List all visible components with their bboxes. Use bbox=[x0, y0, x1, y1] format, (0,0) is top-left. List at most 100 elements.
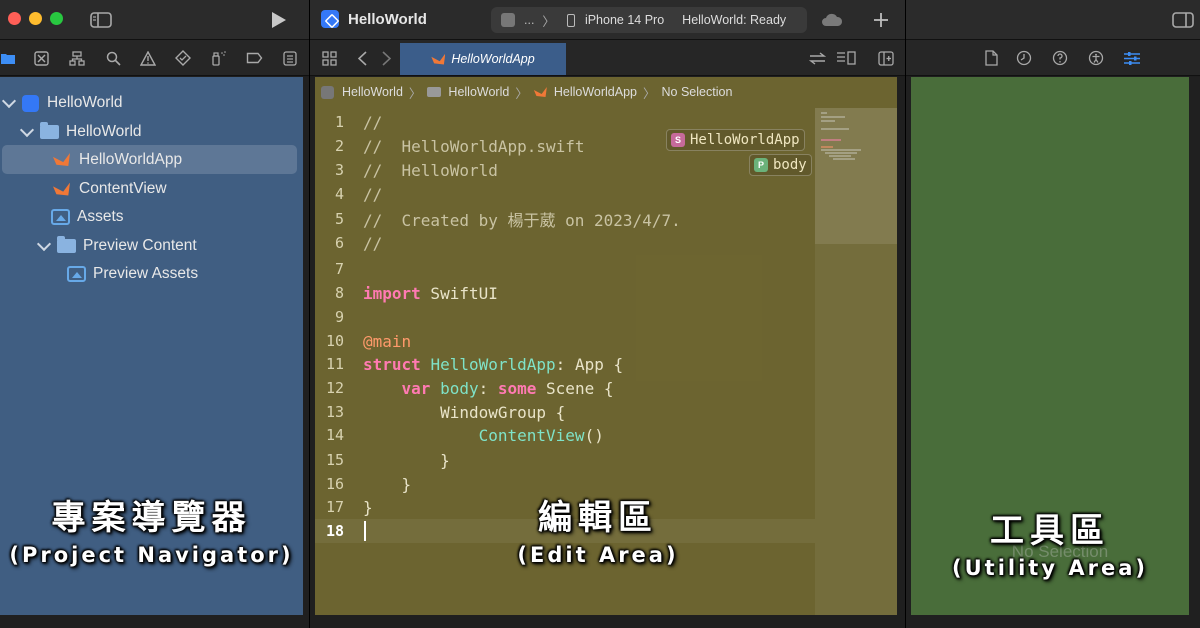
editor-caption-zh: 編輯區 bbox=[538, 498, 658, 538]
swift-file-icon bbox=[53, 153, 70, 166]
pane-divider[interactable] bbox=[905, 0, 906, 628]
disclosure-chevron-icon[interactable] bbox=[19, 122, 35, 138]
code-keyword: var bbox=[401, 378, 431, 398]
sidebar-toggle-icon[interactable] bbox=[88, 9, 114, 31]
line-number: 8 bbox=[334, 284, 344, 302]
chip-label: body bbox=[773, 157, 807, 173]
add-plus-icon[interactable] bbox=[870, 9, 892, 31]
code-line: 8 import SwiftUI bbox=[315, 281, 498, 305]
breadcrumb-label: HelloWorldApp bbox=[553, 85, 637, 99]
search-icon[interactable] bbox=[104, 49, 122, 67]
tree-item-label: Assets bbox=[77, 208, 124, 225]
tree-item-folder-helloworld[interactable]: HelloWorld bbox=[19, 120, 142, 144]
code-line: 15 } bbox=[315, 448, 450, 472]
editor-options-icon[interactable] bbox=[835, 49, 857, 67]
help-question-icon[interactable] bbox=[1051, 49, 1069, 67]
tree-item-preview-content[interactable]: Preview Content bbox=[36, 234, 197, 258]
code-text: () bbox=[584, 425, 604, 445]
line-number: 12 bbox=[325, 379, 344, 397]
navigator-caption-en: (Project Navigator) bbox=[9, 543, 294, 567]
code-comment: // bbox=[363, 112, 383, 132]
cloud-icon[interactable] bbox=[820, 10, 844, 30]
scheme-selector[interactable]: ... 〉 iPhone 14 Pro HelloWorld: Ready bbox=[491, 7, 807, 33]
attributes-sliders-icon[interactable] bbox=[1122, 49, 1142, 67]
code-comment: // HelloWorld bbox=[363, 160, 498, 180]
device-name[interactable]: iPhone 14 Pro bbox=[585, 13, 664, 27]
warning-icon[interactable] bbox=[139, 49, 157, 67]
minimap-line bbox=[833, 158, 855, 160]
navigator-toolbar bbox=[0, 0, 309, 40]
line-number: 7 bbox=[334, 260, 344, 278]
history-clock-icon[interactable] bbox=[1015, 49, 1033, 67]
breadcrumb-folder[interactable]: HelloWorld bbox=[427, 85, 509, 99]
chevron-left-icon[interactable] bbox=[355, 49, 369, 67]
code-text: : bbox=[478, 378, 498, 398]
swift-icon bbox=[431, 53, 446, 65]
folder-icon bbox=[57, 236, 76, 253]
disclosure-chevron-icon[interactable] bbox=[36, 236, 52, 252]
breadcrumb-separator: 〉 bbox=[643, 86, 656, 101]
window-minimize-button[interactable] bbox=[29, 12, 42, 25]
grid-icon[interactable] bbox=[320, 49, 338, 67]
code-type: ContentView bbox=[478, 425, 585, 445]
file-inspector-icon[interactable] bbox=[982, 49, 1000, 67]
editor-caption: 編輯區 (Edit Area) bbox=[315, 490, 881, 567]
structure-chip-body[interactable]: P body bbox=[749, 154, 812, 176]
breakpoint-icon[interactable] bbox=[245, 49, 263, 67]
symbol-navigator-icon[interactable] bbox=[68, 49, 86, 67]
tree-item-preview-assets[interactable]: Preview Assets bbox=[67, 262, 198, 286]
inspector-selector-bar bbox=[905, 40, 1200, 76]
minimap-line bbox=[821, 120, 835, 122]
minimap-line bbox=[821, 149, 861, 151]
minimap-line bbox=[829, 155, 851, 157]
split-editor-icon[interactable] bbox=[876, 49, 896, 67]
code-text: WindowGroup { bbox=[363, 402, 566, 422]
code-keyword: some bbox=[497, 378, 537, 398]
inspector-toggle-icon[interactable] bbox=[1170, 9, 1196, 31]
report-icon[interactable] bbox=[281, 49, 299, 67]
breadcrumb-label: No Selection bbox=[661, 85, 733, 99]
structure-chip-helloworldapp[interactable]: S HelloWorldApp bbox=[666, 129, 805, 151]
window-close-button[interactable] bbox=[8, 12, 21, 25]
tree-item-assets[interactable]: Assets bbox=[51, 205, 124, 229]
test-diamond-icon[interactable] bbox=[174, 49, 192, 67]
minimap-line bbox=[825, 152, 857, 154]
tree-item-label: ContentView bbox=[79, 180, 167, 197]
pane-divider[interactable] bbox=[309, 0, 310, 628]
tree-item-project[interactable]: HelloWorld bbox=[1, 91, 123, 115]
tree-item-contentview[interactable]: ContentView bbox=[53, 177, 167, 201]
tab-helloworldapp[interactable]: HelloWorldApp bbox=[400, 43, 566, 75]
breadcrumb-selection[interactable]: No Selection bbox=[662, 85, 733, 99]
line-number: 5 bbox=[334, 210, 344, 228]
breadcrumb-separator: 〉 bbox=[408, 86, 422, 101]
breadcrumb-label: HelloWorld bbox=[448, 85, 510, 99]
source-control-icon[interactable] bbox=[32, 49, 50, 67]
accessibility-icon[interactable] bbox=[1087, 49, 1105, 67]
breadcrumb-file[interactable]: HelloWorldApp bbox=[533, 85, 637, 99]
navigator-caption-zh: 專案導覽器 bbox=[51, 498, 252, 538]
line-number: 9 bbox=[334, 308, 344, 326]
tree-item-label: HelloWorld bbox=[66, 123, 142, 140]
related-items-icon[interactable] bbox=[807, 49, 827, 67]
window-zoom-button[interactable] bbox=[50, 12, 63, 25]
minimap-line bbox=[821, 128, 849, 130]
jump-bar: HelloWorld 〉 HelloWorld 〉 HelloWorldApp … bbox=[315, 80, 895, 104]
debug-spray-icon[interactable] bbox=[210, 49, 228, 67]
code-text: : App { bbox=[555, 354, 624, 374]
chevron-right-icon: 〉 bbox=[542, 14, 555, 29]
tree-item-helloworldapp[interactable]: HelloWorldApp bbox=[2, 145, 297, 174]
folder-navigator-icon[interactable] bbox=[0, 50, 16, 66]
disclosure-chevron-icon[interactable] bbox=[1, 93, 17, 109]
build-status: HelloWorld: Ready bbox=[682, 13, 787, 27]
run-play-icon[interactable] bbox=[266, 9, 290, 31]
breadcrumb-separator: 〉 bbox=[515, 86, 528, 101]
code-line: 12 var body: some Scene { bbox=[315, 376, 614, 400]
chevron-right-icon[interactable] bbox=[379, 49, 393, 67]
breadcrumb-label: HelloWorld bbox=[342, 85, 403, 99]
breadcrumb-project[interactable]: HelloWorld bbox=[315, 85, 403, 99]
code-text: Scene { bbox=[536, 378, 614, 398]
code-line: 10 @main bbox=[315, 329, 411, 353]
project-icon bbox=[321, 85, 334, 99]
